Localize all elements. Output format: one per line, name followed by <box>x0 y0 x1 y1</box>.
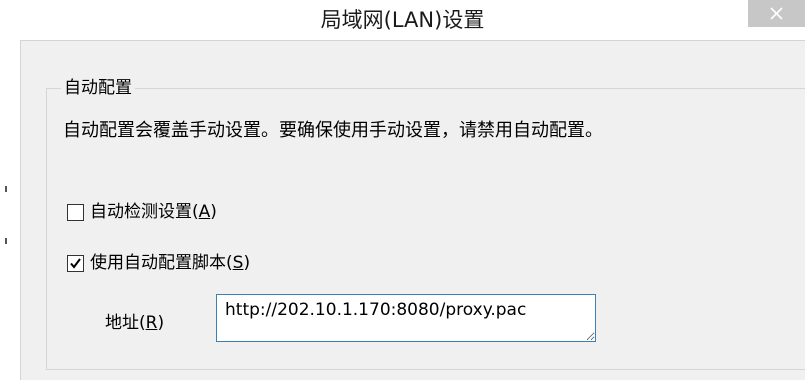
close-icon <box>770 7 783 20</box>
auto-detect-checkbox[interactable] <box>67 203 84 221</box>
accelerator-key: R <box>145 313 158 333</box>
auto-detect-checkbox-row[interactable]: 自动检测设置(A) <box>67 200 217 224</box>
close-button[interactable] <box>748 0 805 27</box>
left-edge-mark <box>5 238 7 244</box>
title-bar: 局域网(LAN)设置 <box>0 0 805 40</box>
address-label: 地址(R) <box>105 313 165 333</box>
accelerator-key: S <box>232 253 244 273</box>
group-title: 自动配置 <box>64 78 132 98</box>
checkmark-icon <box>70 257 81 269</box>
address-input[interactable]: http://202.10.1.170:8080/proxy.pac <box>216 294 596 342</box>
accelerator-key: A <box>198 202 211 222</box>
use-script-checkbox[interactable] <box>67 254 84 272</box>
auto-detect-label: 自动检测设置(A) <box>90 202 217 222</box>
left-edge-mark <box>5 186 7 192</box>
use-script-label: 使用自动配置脚本(S) <box>90 253 251 273</box>
window-title: 局域网(LAN)设置 <box>320 8 485 32</box>
use-script-checkbox-row[interactable]: 使用自动配置脚本(S) <box>67 251 250 275</box>
auto-config-description: 自动配置会覆盖手动设置。要确保使用手动设置，请禁用自动配置。 <box>63 120 603 141</box>
